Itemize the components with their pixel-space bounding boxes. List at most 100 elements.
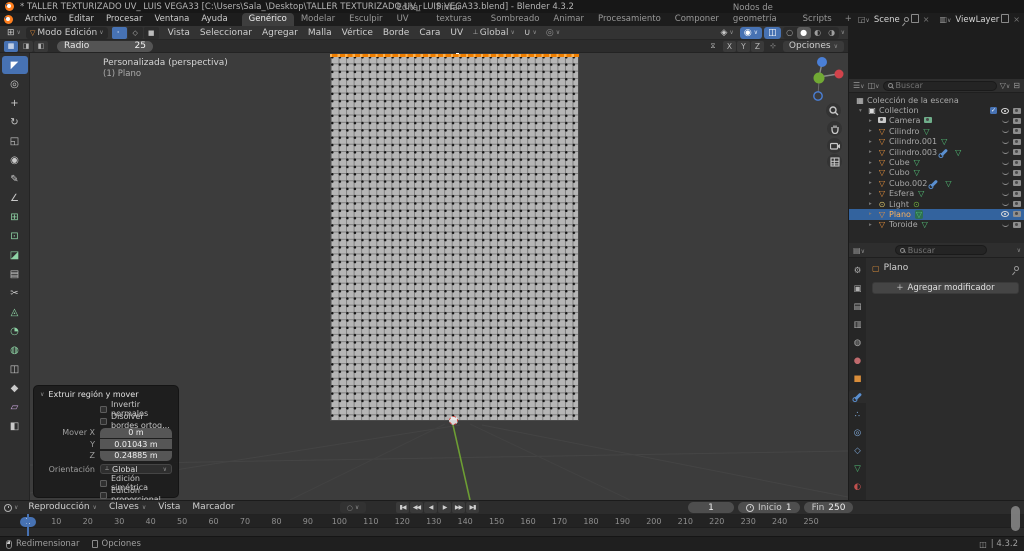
menu-ventana[interactable]: Ventana <box>148 13 195 26</box>
timeline-menu-vista[interactable]: Vista <box>152 501 186 514</box>
viewport-menu-vista[interactable]: Vista <box>163 26 195 40</box>
eye-closed-icon[interactable] <box>1002 181 1009 186</box>
properties-options-icon[interactable]: ∨ <box>1017 247 1021 254</box>
outliner-item-cilindro-001[interactable]: ▸ ▽ Cilindro.001 ▽ <box>849 137 1024 147</box>
select-subtract-icon[interactable]: ◧ <box>34 40 48 52</box>
workspace-tab-editar-uv[interactable]: Editar UV <box>390 2 430 26</box>
viewport-menu-uv[interactable]: UV <box>445 26 468 40</box>
edge-select-mode[interactable]: ◇ <box>127 26 143 39</box>
perspective-toggle-button[interactable] <box>827 154 842 169</box>
shading-dropdown-icon[interactable]: ∨ <box>841 29 845 36</box>
outliner-item-esfera[interactable]: ▸ ▽ Esfera ▽ <box>849 189 1024 199</box>
move-x-field[interactable]: 0 m <box>100 427 172 438</box>
select-new-icon[interactable]: ▦ <box>4 40 18 52</box>
properties-tab-tool[interactable]: ⚙ <box>849 264 866 277</box>
tool-rip-region[interactable]: ◧ <box>2 417 28 435</box>
expand-icon[interactable]: ▸ <box>869 128 877 134</box>
properties-tab-scene[interactable]: ◍ <box>849 336 866 349</box>
add-modifier-button[interactable]: + Agregar modificador <box>872 282 1019 294</box>
menu-editar[interactable]: Editar <box>63 13 100 26</box>
expand-icon[interactable]: ▸ <box>869 201 877 207</box>
eye-icon[interactable] <box>1001 107 1009 114</box>
select-extend-icon[interactable]: ◨ <box>19 40 33 52</box>
menu-archivo[interactable]: Archivo <box>19 13 63 26</box>
options-dropdown[interactable]: Opciones ∨ <box>782 40 844 52</box>
jump-to-end-button[interactable]: ▶▮ <box>466 502 479 513</box>
orientation-dropdown[interactable]: ⟂ Global ∨ <box>100 464 172 475</box>
pin-icon[interactable] <box>1012 264 1021 272</box>
camera-visibility-icon[interactable] <box>1013 117 1021 124</box>
operator-panel-title[interactable]: ∨ Extruir región y mover <box>40 390 172 399</box>
tool-extrude-region[interactable]: ⊞ <box>2 208 28 226</box>
viewport-menu-borde[interactable]: Borde <box>378 26 414 40</box>
outliner-scene-collection[interactable]: ▦ Colección de la escena <box>849 95 1024 105</box>
editor-type-button[interactable]: ⊞ ∨ <box>3 27 25 39</box>
camera-visibility-icon[interactable] <box>1013 169 1021 176</box>
shading-wireframe[interactable]: ○ <box>783 27 797 39</box>
eye-closed-icon[interactable] <box>1002 202 1009 207</box>
expand-icon[interactable]: ▸ <box>869 211 877 217</box>
radius-field[interactable]: Radio 25 <box>57 40 153 52</box>
tool-edge-slide[interactable]: ◫ <box>2 360 28 378</box>
viewport-menu-cara[interactable]: Cara <box>414 26 445 40</box>
outliner-search-input[interactable] <box>895 81 992 90</box>
properties-tab-object[interactable]: ■ <box>849 372 866 385</box>
properties-search[interactable] <box>894 245 987 255</box>
scene-unlink-icon[interactable]: × <box>923 15 930 24</box>
tool-scale[interactable]: ◱ <box>2 132 28 150</box>
camera-visibility-icon[interactable] <box>1013 107 1021 114</box>
zoom-button[interactable] <box>826 103 841 118</box>
camera-visibility-icon[interactable] <box>1013 128 1021 135</box>
workspace-tab-modelar[interactable]: Modelar <box>294 13 342 26</box>
outliner-item-camera[interactable]: ▸ Camera <box>849 116 1024 126</box>
mesh-plane[interactable] <box>330 53 579 421</box>
tool-shrink-fatten[interactable]: ◆ <box>2 379 28 397</box>
expand-icon[interactable]: ▸ <box>869 160 877 166</box>
viewlayer-name[interactable]: ViewLayer <box>955 15 999 25</box>
tool-bevel[interactable]: ◪ <box>2 246 28 264</box>
workspace-tab-procesamiento[interactable]: Procesamiento <box>591 13 668 26</box>
mirror-icon[interactable]: ⧖ <box>706 41 720 52</box>
collection-checkbox[interactable]: ✓ <box>990 107 997 115</box>
mode-dropdown[interactable]: ▽ Modo Edición ∨ <box>25 26 108 39</box>
camera-visibility-icon[interactable] <box>1013 211 1021 218</box>
eye-closed-icon[interactable] <box>1002 171 1009 175</box>
current-frame-line[interactable] <box>27 514 29 536</box>
viewlayer-icon[interactable]: ▥∨ <box>939 15 951 24</box>
show-overlays-icon[interactable]: ◉ ∨ <box>739 26 763 39</box>
camera-visibility-icon[interactable] <box>1013 149 1021 156</box>
properties-tab-physics[interactable]: ◎ <box>849 426 866 439</box>
workspace-tab-animar[interactable]: Animar <box>546 13 591 26</box>
outliner-collection[interactable]: ▾ ▣ Collection ✓ <box>849 105 1024 115</box>
outliner-item-cubo-002[interactable]: ▸ ▽ Cubo.002 ▽ <box>849 178 1024 188</box>
expand-icon[interactable]: ▸ <box>869 170 877 176</box>
camera-visibility-icon[interactable] <box>1013 201 1021 208</box>
shading-material[interactable]: ◐ <box>811 27 825 39</box>
move-z-field[interactable]: 0.24885 m <box>100 450 172 461</box>
scene-icon[interactable]: ◲∨ <box>858 15 870 24</box>
timeline-editor-icon[interactable] <box>4 503 12 512</box>
snap-toggle-icon[interactable]: ∪ ∨ <box>520 27 541 39</box>
prev-keyframe-button[interactable]: ◀◀ <box>410 502 423 513</box>
breadcrumb-object-name[interactable]: Plano <box>884 263 909 273</box>
eye-closed-icon[interactable] <box>1002 192 1009 196</box>
timeline-menu-claves[interactable]: Claves ∨ <box>103 501 152 514</box>
outliner-filter-mode-icon[interactable]: ◫∨ <box>868 81 880 90</box>
timeline-menu-marcador[interactable]: Marcador <box>186 501 240 514</box>
properties-tab-view-layer[interactable]: ▥ <box>849 318 866 331</box>
scene-pin-icon[interactable] <box>902 15 910 24</box>
timeline-ruler[interactable]: 1 10203040506070809010011012013014015016… <box>0 515 1024 528</box>
tool-smooth[interactable]: ◍ <box>2 341 28 359</box>
tool-measure[interactable]: ∠ <box>2 189 28 207</box>
eye-closed-icon[interactable] <box>1002 150 1009 155</box>
snap-target-icon[interactable]: ⊹ <box>766 41 780 52</box>
workspace-tab-esculpir[interactable]: Esculpir <box>342 13 389 26</box>
active-vertex[interactable] <box>456 53 460 55</box>
workspace-tab-generico[interactable]: Genérico <box>241 13 294 26</box>
outliner-funnel-icon[interactable]: ▽∨ <box>1000 81 1011 90</box>
properties-tab-object-data[interactable]: ▽ <box>849 462 866 475</box>
play-reverse-button[interactable]: ◀ <box>424 502 437 513</box>
outliner-search[interactable] <box>882 80 997 91</box>
properties-tab-world[interactable]: ● <box>849 354 866 367</box>
camera-visibility-icon[interactable] <box>1013 138 1021 145</box>
